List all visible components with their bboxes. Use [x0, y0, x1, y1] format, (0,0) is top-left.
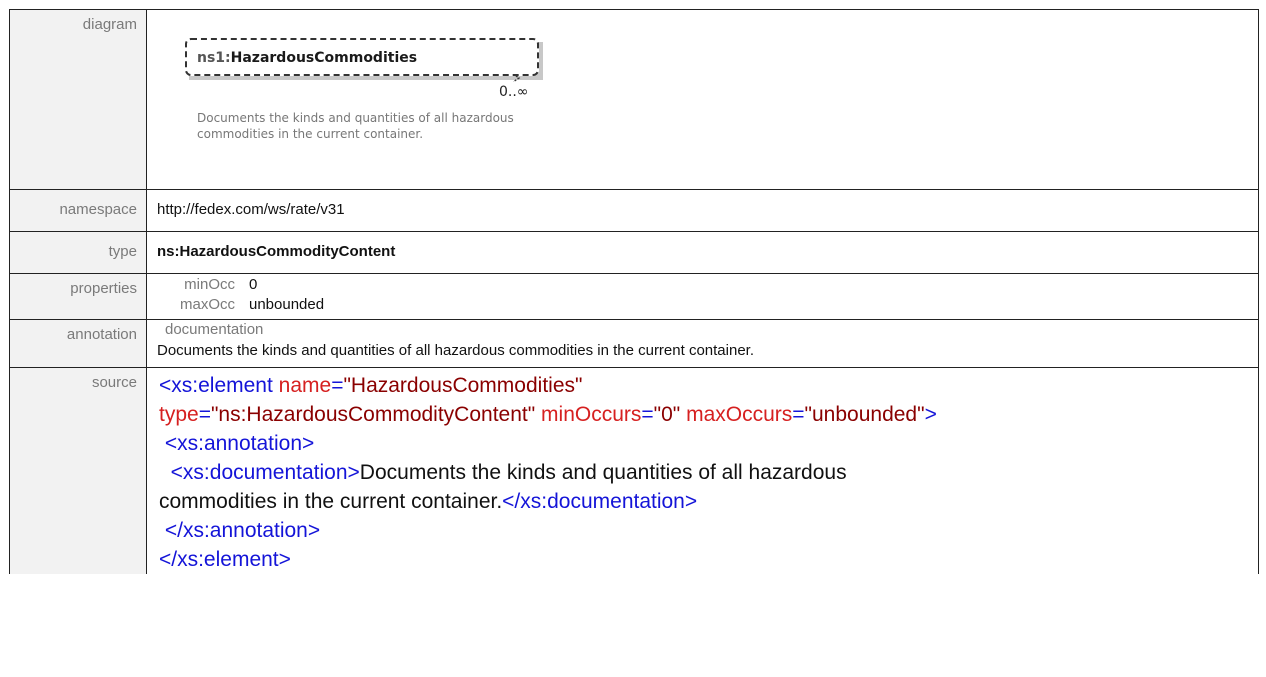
namespace-row: namespace http://fedex.com/ws/rate/v31 [9, 189, 1259, 232]
element-prefix: ns1: [197, 50, 231, 66]
expand-marker-icon [513, 74, 521, 82]
page-heading-fragment [0, 0, 1266, 8]
xml-attr-minoccurs: minOccurs [541, 403, 642, 426]
xml-element-close: </xs:element> [159, 548, 291, 571]
source-line-4: <xs:documentation>Documents the kinds an… [159, 458, 1258, 487]
element-name: HazardousCommodities [230, 50, 418, 66]
type-label: type [9, 231, 147, 274]
diagram-cell: ns1:HazardousCommodities 0..∞ Documents … [146, 9, 1259, 190]
diagram-documentation: Documents the kinds and quantities of al… [197, 111, 514, 141]
xml-val-minoccurs: "0" [653, 403, 681, 426]
xml-val-name: "HazardousCommodities" [343, 374, 583, 397]
xml-documentation-text-2: commodities in the current container. [159, 490, 503, 513]
xml-attr-name: name [278, 374, 332, 397]
xml-annotation-close: </xs:annotation> [164, 519, 321, 542]
documentation-page: diagram ns1:HazardousCommodities 0..∞ Do… [0, 0, 1266, 677]
annotation-row: annotation documentation Documents the k… [9, 319, 1259, 368]
max-occ-key: maxOcc [179, 296, 235, 313]
element-node[interactable]: ns1:HazardousCommodities [185, 38, 539, 76]
source-label: source [9, 367, 147, 574]
xml-eq: = [792, 403, 805, 426]
type-row: type ns:HazardousCommodityContent [9, 231, 1259, 274]
xml-documentation-text-1: Documents the kinds and quantities of al… [359, 461, 847, 484]
source-line-5: commodities in the current container.</x… [159, 487, 1258, 516]
element-diagram[interactable]: ns1:HazardousCommodities 0..∞ Documents … [157, 10, 557, 180]
diagram-label: diagram [9, 9, 147, 190]
xml-eq: = [331, 374, 344, 397]
min-occ-key: minOcc [184, 276, 235, 293]
type-value[interactable]: ns:HazardousCommodityContent [146, 231, 1259, 274]
xml-tag-close: > [924, 403, 937, 426]
source-code: <xs:element name="HazardousCommodities" … [146, 367, 1259, 574]
max-occ-value: unbounded [249, 296, 325, 313]
diagram-row: diagram ns1:HazardousCommodities 0..∞ Do… [9, 9, 1259, 190]
documentation-text: Documents the kinds and quantities of al… [157, 342, 754, 359]
xml-annotation-open: <xs:annotation> [164, 432, 315, 455]
source-row: source <xs:element name="HazardousCommod… [9, 367, 1259, 574]
xml-attr-maxoccurs: maxOccurs [686, 403, 793, 426]
occurrence-range: 0..∞ [499, 84, 529, 100]
annotation-cell: documentation Documents the kinds and qu… [146, 319, 1259, 368]
cut-off-title [330, 0, 338, 8]
properties-cell: minOcc 0 maxOcc unbounded [146, 273, 1259, 320]
xml-attr-type: type [159, 403, 199, 426]
xml-val-type: "ns:HazardousCommodityContent" [210, 403, 536, 426]
xml-eq: = [198, 403, 211, 426]
source-line-6: </xs:annotation> [159, 516, 1258, 545]
properties-row: properties minOcc 0 maxOcc unbounded [9, 273, 1259, 320]
namespace-label: namespace [9, 189, 147, 232]
source-line-1: <xs:element name="HazardousCommodities" [159, 371, 1258, 400]
xml-documentation-open: <xs:documentation> [170, 461, 360, 484]
source-line-3: <xs:annotation> [159, 429, 1258, 458]
properties-grid: minOcc 0 maxOcc unbounded [157, 274, 1258, 315]
xml-eq: = [641, 403, 654, 426]
xml-documentation-close: </xs:documentation> [502, 490, 698, 513]
xml-tag-open: <xs:element [159, 374, 273, 397]
source-line-7: </xs:element> [159, 545, 1258, 574]
min-occ-value: 0 [249, 276, 258, 293]
documentation-key: documentation [165, 321, 264, 338]
annotation-label: annotation [9, 319, 147, 368]
source-line-2: type="ns:HazardousCommodityContent" minO… [159, 400, 1258, 429]
element-doc-table: diagram ns1:HazardousCommodities 0..∞ Do… [9, 9, 1259, 574]
properties-label: properties [9, 273, 147, 320]
xml-val-maxoccurs: "unbounded" [804, 403, 925, 426]
namespace-value: http://fedex.com/ws/rate/v31 [146, 189, 1259, 232]
